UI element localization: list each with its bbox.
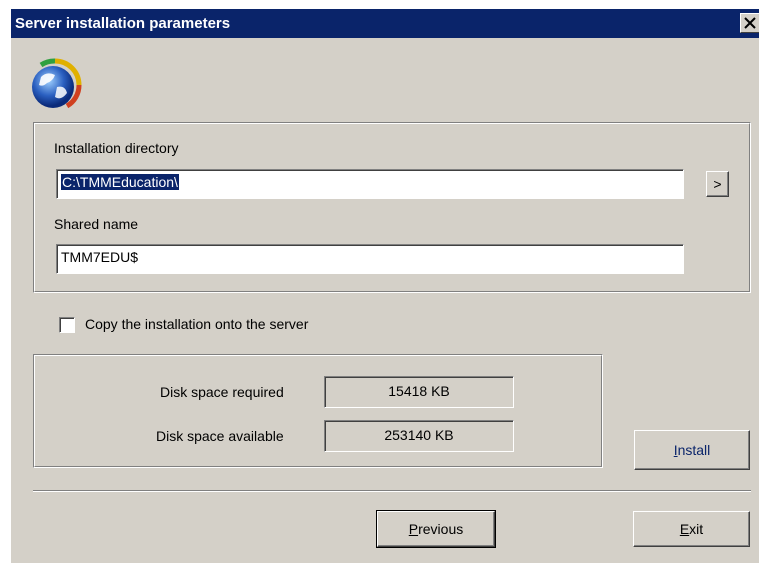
previous-button[interactable]: Previous	[376, 510, 496, 548]
shared-name-field[interactable]: TMM7EDU$	[56, 244, 684, 274]
copy-installation-label[interactable]: Copy the installation onto the server	[85, 316, 308, 332]
installation-directory-field[interactable]: C:\TMMEducation\	[56, 169, 684, 199]
installation-directory-label: Installation directory	[54, 140, 179, 156]
disk-space-group	[33, 354, 603, 468]
close-button[interactable]	[740, 13, 759, 33]
installer-dialog: Server installation parameters Installat…	[10, 8, 759, 563]
disk-space-available-value: 253140 KB	[324, 420, 514, 452]
copy-installation-checkbox[interactable]	[59, 317, 75, 333]
disk-space-required-label: Disk space required	[160, 384, 284, 400]
disk-space-required-value: 15418 KB	[324, 376, 514, 408]
exit-button[interactable]: Exit	[633, 511, 750, 547]
close-icon	[744, 16, 756, 33]
button-separator	[33, 490, 751, 492]
title-bar[interactable]: Server installation parameters	[11, 9, 759, 38]
shared-name-label: Shared name	[54, 216, 139, 232]
window-title: Server installation parameters	[15, 15, 231, 32]
installation-directory-value: C:\TMMEducation\	[61, 174, 179, 190]
disk-space-available-label: Disk space available	[156, 428, 284, 444]
browse-button[interactable]: >	[706, 171, 729, 197]
globe-icon	[27, 57, 83, 113]
shared-name-value: TMM7EDU$	[61, 249, 139, 265]
install-button[interactable]: Install	[634, 430, 750, 470]
